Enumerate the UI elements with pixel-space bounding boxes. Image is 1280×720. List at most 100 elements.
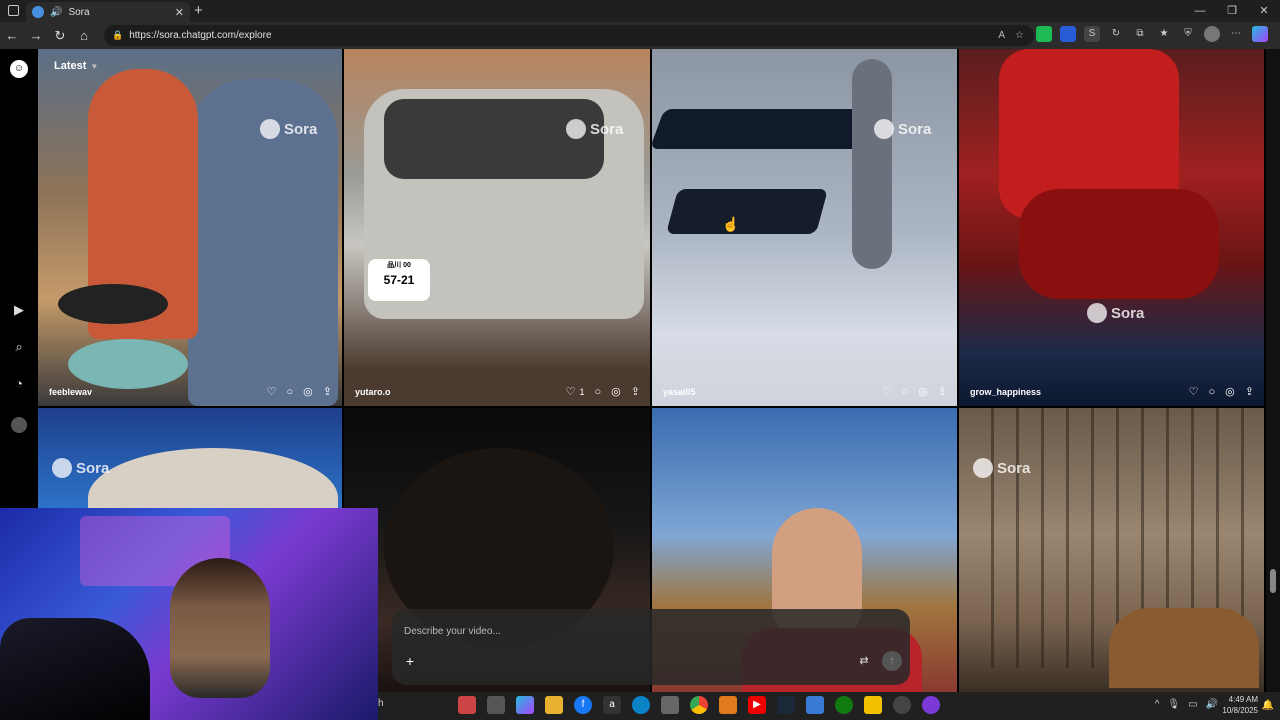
vlc-icon[interactable] — [719, 696, 737, 714]
lock-icon[interactable]: 🔒 — [112, 30, 123, 41]
octopus-app-icon[interactable] — [458, 696, 476, 714]
sora-watermark-icon — [973, 458, 993, 478]
shield-icon[interactable]: ⛨ — [1180, 26, 1196, 42]
split-screen-icon[interactable]: ⧉ — [1132, 26, 1148, 42]
tab-title: Sora — [68, 6, 90, 18]
remix-icon[interactable]: ◎ — [1225, 385, 1235, 398]
video-tile[interactable]: 品川 00 57-21 Sora yutaro.o ♡ 1 ○ ◎ ⇪ — [344, 49, 650, 406]
url-bar[interactable]: 🔒 https://sora.chatgpt.com/explore A ☆ — [104, 25, 1034, 46]
profile-avatar[interactable] — [1204, 26, 1220, 42]
sora-logo-icon[interactable]: ☺ — [10, 60, 28, 78]
send-arrow-icon[interactable]: ↑ — [882, 651, 902, 671]
remix-icon[interactable]: ◎ — [303, 385, 313, 398]
pan-shape — [58, 284, 168, 324]
extension-blue-icon[interactable] — [1060, 26, 1076, 42]
video-tile[interactable]: Sora yasai05 ♡ ○ ◎ ⇪ — [652, 49, 957, 406]
copilot-icon[interactable] — [1252, 26, 1268, 42]
remix-icon[interactable]: ◎ — [918, 385, 928, 398]
close-window-button[interactable]: ✕ — [1248, 0, 1280, 22]
assistant-app-icon[interactable] — [922, 696, 940, 714]
back-icon[interactable]: ← — [0, 28, 24, 43]
sidebar-toggle-icon[interactable] — [8, 5, 19, 16]
extension-s-icon[interactable]: S — [1084, 26, 1100, 42]
robot-arm-shape — [852, 59, 892, 269]
like-icon[interactable]: ♡ — [267, 385, 277, 398]
window-controls: — ❐ ✕ — [1184, 0, 1280, 22]
taskbar-search[interactable]: h — [378, 698, 384, 709]
tray-chevron-icon[interactable]: ^ — [1155, 699, 1160, 710]
obs-icon[interactable] — [893, 696, 911, 714]
share-icon[interactable]: ⇪ — [323, 385, 332, 398]
notification-bell-icon[interactable]: 🔔 — [1262, 700, 1274, 711]
tile-actions: ♡ ○ ◎ ⇪ — [1189, 385, 1254, 399]
tile-username[interactable]: yutaro.o — [355, 387, 391, 397]
browser-tab[interactable]: 🔊 Sora ✕ — [26, 2, 190, 22]
speaker-icon[interactable]: 🔊 — [50, 7, 62, 18]
comment-icon[interactable]: ○ — [1209, 386, 1216, 398]
like-icon[interactable]: ♡ — [882, 385, 892, 398]
tile-username[interactable]: feeblewav — [49, 387, 92, 397]
user-avatar[interactable] — [11, 417, 27, 433]
video-tile[interactable]: Sora — [959, 408, 1264, 692]
facebook-icon[interactable]: f — [574, 696, 592, 714]
system-clock[interactable]: 4:49 AM 10/8/2025 — [1222, 694, 1258, 716]
add-media-icon[interactable]: + — [402, 653, 418, 669]
home-icon[interactable]: ⌂ — [72, 28, 96, 43]
like-icon[interactable]: ♡ — [566, 385, 576, 398]
share-icon[interactable]: ⇪ — [631, 385, 640, 398]
sort-dropdown[interactable]: Latest ▼ — [50, 60, 102, 78]
like-icon[interactable]: ♡ — [1189, 385, 1199, 398]
chrome-icon[interactable] — [690, 696, 708, 714]
tile-username[interactable]: yasai05 — [663, 387, 696, 397]
comment-icon[interactable]: ○ — [287, 386, 294, 398]
refresh-icon[interactable]: ↻ — [48, 28, 72, 44]
comment-icon[interactable]: ○ — [595, 386, 602, 398]
prompt-input[interactable]: Describe your video... — [404, 626, 501, 637]
scrollbar-thumb[interactable] — [1270, 569, 1276, 593]
volume-icon[interactable]: 🔊 — [1206, 699, 1218, 710]
share-icon[interactable]: ⇪ — [938, 385, 947, 398]
page-scrollbar[interactable] — [1266, 49, 1280, 692]
amazon-icon[interactable]: a — [603, 696, 621, 714]
search-icon[interactable]: ⌕ — [11, 339, 27, 355]
minimize-button[interactable]: — — [1184, 0, 1216, 22]
glass-panel-shape — [665, 189, 829, 234]
sticky-notes-icon[interactable] — [864, 696, 882, 714]
tile-username[interactable]: grow_happiness — [970, 387, 1041, 397]
app-icon[interactable] — [806, 696, 824, 714]
sleigh-shape — [1019, 189, 1219, 299]
sora-watermark: Sora — [973, 458, 1030, 478]
sort-label: Latest — [54, 60, 87, 72]
extension-refresh-icon[interactable]: ↻ — [1108, 26, 1124, 42]
xbox-icon[interactable] — [835, 696, 853, 714]
copilot-app-icon[interactable] — [516, 696, 534, 714]
extension-green-icon[interactable] — [1036, 26, 1052, 42]
video-tile[interactable]: Sora feeblewav ♡ ○ ◎ ⇪ — [38, 49, 342, 406]
favorite-star-icon[interactable]: ☆ — [1015, 30, 1024, 41]
comment-icon[interactable]: ○ — [902, 386, 909, 398]
remix-icon[interactable]: ◎ — [611, 385, 621, 398]
url-text[interactable]: https://sora.chatgpt.com/explore — [129, 30, 271, 41]
steam-icon[interactable] — [777, 696, 795, 714]
sora-favicon-icon — [32, 6, 44, 18]
video-tile[interactable]: Sora grow_happiness ♡ ○ ◎ ⇪ — [959, 49, 1264, 406]
forward-icon[interactable]: → — [24, 28, 48, 43]
read-aloud-icon[interactable]: A — [998, 30, 1005, 41]
share-icon[interactable]: ⇪ — [1245, 385, 1254, 398]
favorites-icon[interactable]: ★ — [1156, 26, 1172, 42]
new-tab-button[interactable]: + — [194, 2, 203, 19]
youtube-icon[interactable]: ▶ — [748, 696, 766, 714]
file-explorer-icon[interactable] — [545, 696, 563, 714]
webcam-overlay — [0, 508, 378, 720]
network-icon[interactable]: ▭ — [1188, 699, 1197, 710]
explore-icon[interactable]: ▶ — [11, 302, 27, 318]
edge-icon[interactable] — [632, 696, 650, 714]
notifications-icon[interactable]: ◔ — [11, 376, 27, 392]
maximize-button[interactable]: ❐ — [1216, 0, 1248, 22]
task-view-icon[interactable] — [487, 696, 505, 714]
calculator-icon[interactable] — [661, 696, 679, 714]
more-menu-icon[interactable]: ⋯ — [1228, 26, 1244, 42]
mic-icon[interactable]: 🎙 — [1167, 699, 1180, 710]
settings-sliders-icon[interactable]: ⇄ — [856, 653, 872, 669]
tab-close-icon[interactable]: ✕ — [175, 6, 184, 19]
